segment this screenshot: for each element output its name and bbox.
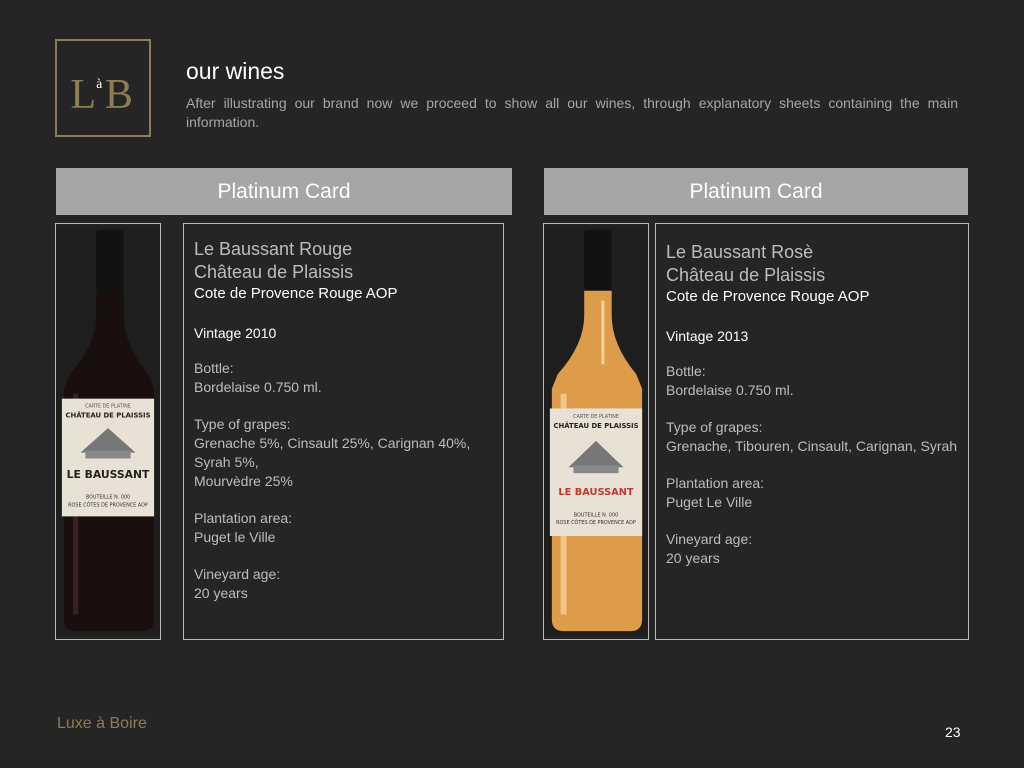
plantation-label: Plantation area: (666, 475, 765, 491)
bottle-label-number: BOUTEILLE N. 000 (86, 495, 130, 501)
card-header-1: Platinum Card (56, 168, 512, 215)
vineyard-age-value: 20 years (666, 550, 720, 566)
grapes-value: Grenache 5%, Cinsault 25%, Carignan 40%,… (194, 435, 471, 470)
bottle-label-region: ROSE CÔTES DE PROVENCE AOP (68, 502, 148, 509)
plantation-value: Puget Le Ville (666, 494, 753, 510)
bottle-label-carte: CARTE DE PLATINE (85, 403, 131, 409)
wine-info-rouge: Le Baussant Rouge Château de Plaissis Co… (183, 223, 504, 640)
bottle-image-rouge: CARTE DE PLATINE CHÂTEAU DE PLAISSIS LE … (55, 223, 161, 640)
vineyard-age-label: Vineyard age: (666, 531, 753, 547)
page-subtitle: After illustrating our brand now we proc… (186, 95, 958, 130)
bottle-label-region: ROSE CÔTES DE PROVENCE AOP (556, 519, 636, 526)
vineyard-age-value: 20 years (194, 585, 248, 601)
footer-brand: Luxe à Boire (57, 715, 147, 732)
grapes-value: Grenache, Tibouren, Cinsault, Carignan, … (666, 438, 958, 454)
wine-vintage: Vintage 2010 (194, 325, 277, 341)
wine-chateau: Château de Plaissis (666, 265, 826, 285)
bottle-value: Bordelaise 0.750 ml. (194, 379, 322, 395)
wine-name: Le Baussant Rouge (194, 239, 353, 259)
grapes-value-2: Mourvèdre 25% (194, 473, 293, 489)
bottle-label: Bottle: (666, 363, 706, 379)
logo-letter-a: à (96, 76, 102, 91)
bottle-image-rose: CARTE DE PLATINE CHÂTEAU DE PLAISSIS LE … (543, 223, 649, 640)
wine-info-rose: Le Baussant Rosè Château de Plaissis Cot… (655, 223, 969, 640)
vineyard-age-label: Vineyard age: (194, 566, 281, 582)
bottle-label: Bottle: (194, 360, 234, 376)
grapes-label: Type of grapes: (666, 419, 763, 435)
page-title: our wines (186, 58, 285, 84)
logo-letter-l: L (70, 71, 96, 118)
brand-logo: L à B (55, 39, 151, 137)
logo-letter-b: B (105, 71, 133, 118)
bottle-value: Bordelaise 0.750 ml. (666, 382, 794, 398)
bottle-label-wine: LE BAUSSANT (67, 468, 150, 481)
plantation-value: Puget le Ville (194, 529, 276, 545)
card-header-2: Platinum Card (544, 168, 968, 215)
bottle-label-carte: CARTE DE PLATINE (573, 414, 619, 420)
wine-name: Le Baussant Rosè (666, 242, 814, 262)
grapes-label: Type of grapes: (194, 416, 291, 432)
page-number: 23 (945, 724, 961, 740)
bottle-label-chateau: CHÂTEAU DE PLAISSIS (65, 410, 150, 419)
wine-appellation: Cote de Provence Rouge AOP (194, 285, 398, 302)
wine-vintage: Vintage 2013 (666, 328, 749, 344)
bottle-label-wine: LE BAUSSANT (558, 487, 634, 498)
wine-chateau: Château de Plaissis (194, 262, 354, 282)
bottle-label-number: BOUTEILLE N. 000 (574, 512, 618, 518)
bottle-label-chateau: CHÂTEAU DE PLAISSIS (553, 421, 638, 430)
plantation-label: Plantation area: (194, 510, 293, 526)
wine-appellation: Cote de Provence Rouge AOP (666, 288, 870, 305)
